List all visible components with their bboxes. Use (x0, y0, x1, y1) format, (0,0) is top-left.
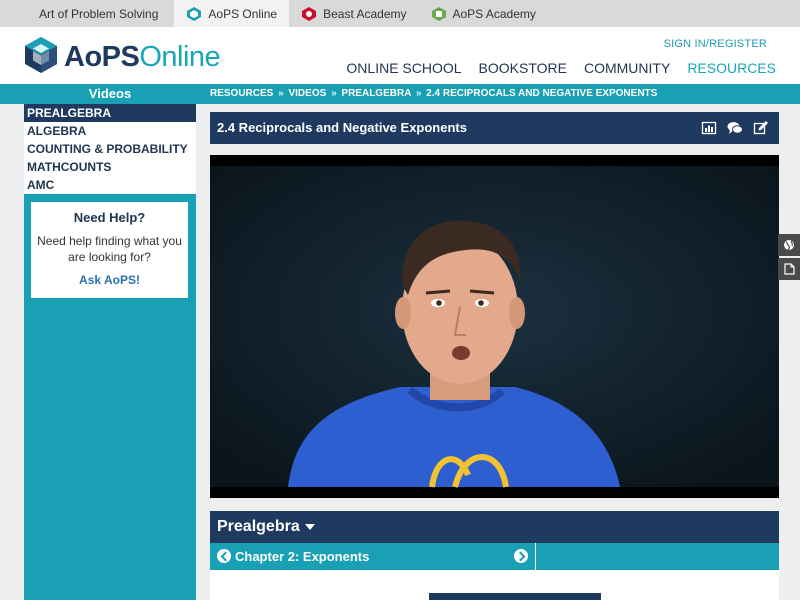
sidebar: PREALGEBRA ALGEBRA COUNTING & PROBABILIT… (24, 104, 196, 600)
sidebar-heading: Videos (88, 86, 132, 101)
video-list-item[interactable] (429, 593, 601, 600)
network-link-aops-online[interactable]: AoPS Online (174, 0, 290, 27)
ask-aops-link[interactable]: Ask AoPS! (79, 273, 140, 287)
globe-icon[interactable] (778, 234, 800, 256)
site-header: AoPSOnline SIGN IN/REGISTER ONLINE SCHOO… (0, 27, 800, 84)
beast-academy-icon (301, 6, 317, 22)
aops-online-icon (186, 6, 202, 22)
course-selector[interactable]: Prealgebra (217, 511, 315, 543)
help-box: Need Help? Need help finding what you ar… (31, 202, 188, 298)
video-frame-image (210, 155, 779, 498)
comments-icon[interactable] (727, 120, 743, 136)
breadcrumb-separator: » (331, 88, 337, 99)
section-strip: Videos RESOURCES » VIDEOS » PREALGEBRA »… (0, 84, 800, 104)
logo-online-text: Online (139, 41, 221, 73)
network-link-beast-academy[interactable]: Beast Academy (289, 0, 418, 27)
breadcrumb-separator: » (415, 88, 422, 99)
side-tools (778, 234, 800, 282)
breadcrumb-current: 2.4 RECIPROCALS AND NEGATIVE EXPONENTS (426, 88, 658, 99)
sidebar-item-prealgebra[interactable]: PREALGEBRA (24, 104, 196, 122)
signin-register-link[interactable]: SIGN IN/REGISTER (664, 38, 767, 50)
course-title: Prealgebra (217, 518, 300, 535)
chevron-right-icon[interactable] (514, 549, 528, 563)
sidebar-list: PREALGEBRA ALGEBRA COUNTING & PROBABILIT… (24, 104, 196, 194)
network-link-label: AoPS Academy (452, 6, 536, 21)
breadcrumb-prealgebra[interactable]: PREALGEBRA (341, 88, 411, 99)
help-text: Need help finding what you are looking f… (37, 234, 182, 264)
network-link-aops-academy[interactable]: AoPS Academy (419, 0, 548, 27)
network-link-label: Beast Academy (323, 6, 407, 21)
logo-wordmark: AoPSOnline (64, 41, 221, 73)
video-actions (701, 120, 769, 136)
nav-resources[interactable]: RESOURCES (687, 60, 776, 76)
sidebar-item-counting-probability[interactable]: COUNTING & PROBABILITY (24, 140, 196, 158)
video-title: 2.4 Reciprocals and Negative Exponents (217, 120, 467, 135)
video-player[interactable] (210, 155, 779, 498)
chapter-bar: Chapter 2: Exponents (210, 543, 779, 570)
stats-icon[interactable] (701, 120, 717, 136)
breadcrumb-videos[interactable]: VIDEOS (288, 88, 326, 99)
caret-down-icon (304, 523, 315, 530)
network-link-aops[interactable]: Art of Problem Solving (0, 0, 174, 27)
sidebar-item-algebra[interactable]: ALGEBRA (24, 122, 196, 140)
network-link-label: AoPS Online (208, 6, 278, 21)
sidebar-item-amc[interactable]: AMC (24, 176, 196, 194)
edit-icon[interactable] (753, 120, 769, 136)
network-bar: Art of Problem Solving AoPS Online Beast… (0, 0, 800, 27)
video-title-bar: 2.4 Reciprocals and Negative Exponents (210, 112, 779, 144)
chapter-title: Chapter 2: Exponents (235, 549, 370, 564)
chapter-navigator: Chapter 2: Exponents (210, 543, 536, 570)
chevron-left-icon[interactable] (217, 549, 231, 563)
breadcrumb-resources[interactable]: RESOURCES (210, 88, 273, 99)
network-link-label: Art of Problem Solving (39, 6, 159, 21)
document-icon[interactable] (778, 258, 800, 280)
logo-cube-icon (24, 36, 58, 79)
aops-online-logo[interactable]: AoPSOnline (24, 36, 221, 79)
sidebar-item-mathcounts[interactable]: MATHCOUNTS (24, 158, 196, 176)
help-title: Need Help? (73, 210, 146, 225)
video-list-area (210, 570, 779, 600)
aops-academy-icon (431, 6, 447, 22)
logo-aops-text: AoPS (64, 41, 140, 73)
course-section-bar[interactable]: Prealgebra (210, 511, 779, 543)
nav-community[interactable]: COMMUNITY (584, 60, 670, 76)
nav-online-school[interactable]: ONLINE SCHOOL (346, 60, 461, 76)
breadcrumb: RESOURCES » VIDEOS » PREALGEBRA » 2.4 RE… (210, 84, 657, 104)
main-nav: ONLINE SCHOOL BOOKSTORE COMMUNITY RESOUR… (346, 60, 776, 76)
nav-bookstore[interactable]: BOOKSTORE (479, 60, 567, 76)
breadcrumb-separator: » (278, 88, 284, 99)
